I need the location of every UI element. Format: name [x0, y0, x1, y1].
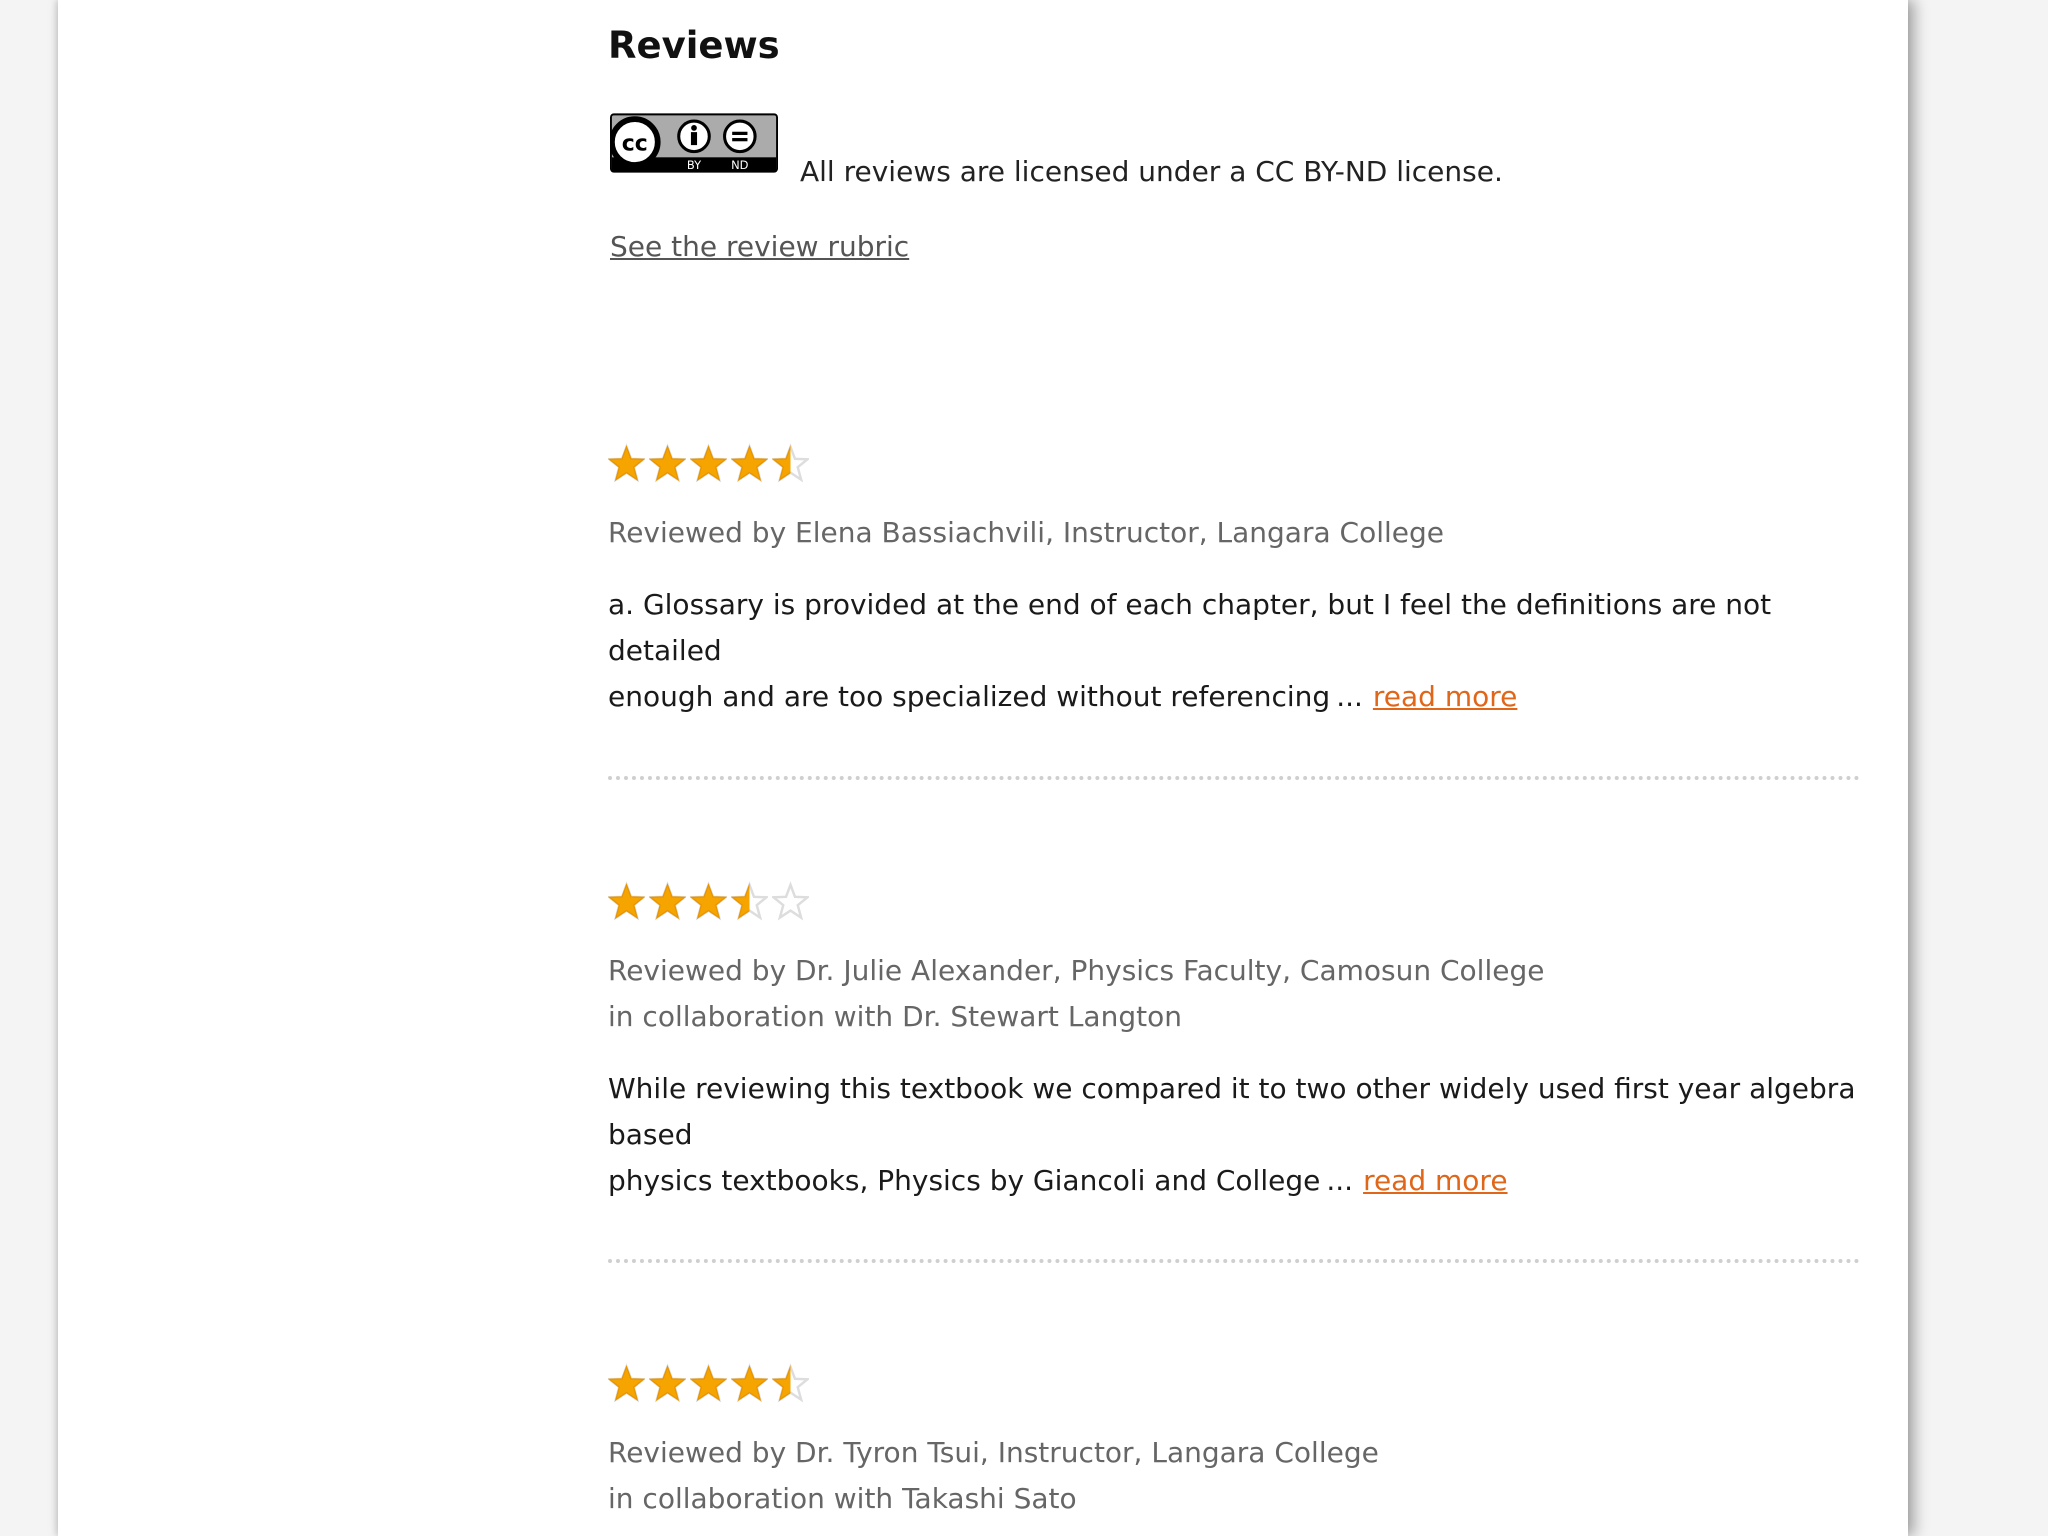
- excerpt-line: enough and are too specialized without r…: [608, 680, 1331, 713]
- collaboration-line: in collaboration with Dr. Stewart Langto…: [608, 1000, 1182, 1033]
- cc-by-nd-license-icon[interactable]: cc BY ND: [610, 104, 778, 182]
- excerpt-ellipsis: ...: [1326, 1164, 1354, 1197]
- collaboration-line: in collaboration with Takashi Sato: [608, 1482, 1077, 1515]
- review-excerpt: a. Glossary is provided at the end of ea…: [608, 582, 1868, 720]
- excerpt-line: physics textbooks, Physics by Giancoli a…: [608, 1164, 1321, 1197]
- badge-label-nd: ND: [731, 158, 749, 172]
- reviewer-line: Reviewed by Elena Bassiachvili, Instruct…: [608, 516, 1444, 549]
- excerpt-ellipsis: ...: [1336, 680, 1363, 713]
- reviewer-line: Reviewed by Dr. Julie Alexander, Physics…: [608, 954, 1545, 987]
- star-filled-icon: [731, 1363, 768, 1403]
- review-item-2: Reviewed by Dr. Julie Alexander, Physics…: [608, 878, 1868, 1204]
- read-more-link[interactable]: read more: [1373, 680, 1517, 713]
- review-divider: [608, 776, 1860, 780]
- star-filled-icon: [690, 881, 727, 921]
- star-empty-icon: [772, 881, 809, 921]
- star-rating: [608, 1360, 1868, 1406]
- star-filled-icon: [649, 443, 686, 483]
- review-item-3: Reviewed by Dr. Tyron Tsui, Instructor, …: [608, 1360, 1868, 1522]
- page-card: Reviews cc BY ND All reviews are license…: [58, 0, 1908, 1536]
- star-rating: [608, 440, 1868, 486]
- excerpt-line: a. Glossary is provided at the end of ea…: [608, 588, 1772, 667]
- review-excerpt: While reviewing this textbook we compare…: [608, 1066, 1868, 1204]
- svg-text:cc: cc: [622, 132, 648, 157]
- review-rubric-link[interactable]: See the review rubric: [610, 230, 909, 263]
- star-half-icon: [731, 881, 768, 921]
- excerpt-line: While reviewing this textbook we compare…: [608, 1072, 1856, 1151]
- review-item-1: Reviewed by Elena Bassiachvili, Instruct…: [608, 440, 1868, 720]
- star-filled-icon: [608, 1363, 645, 1403]
- license-row: cc BY ND All reviews are licensed under …: [610, 104, 1503, 188]
- star-filled-icon: [649, 1363, 686, 1403]
- reviews-heading: Reviews: [608, 24, 780, 67]
- star-half-icon: [772, 443, 809, 483]
- reviewer-line: Reviewed by Dr. Tyron Tsui, Instructor, …: [608, 1436, 1379, 1469]
- license-text: All reviews are licensed under a CC BY-N…: [800, 155, 1503, 188]
- star-filled-icon: [690, 1363, 727, 1403]
- badge-label-by: BY: [687, 158, 702, 172]
- star-filled-icon: [690, 443, 727, 483]
- star-filled-icon: [731, 443, 768, 483]
- star-filled-icon: [608, 443, 645, 483]
- star-rating: [608, 878, 1868, 924]
- star-filled-icon: [608, 881, 645, 921]
- read-more-link[interactable]: read more: [1363, 1164, 1507, 1197]
- star-half-icon: [772, 1363, 809, 1403]
- star-filled-icon: [649, 881, 686, 921]
- review-divider: [608, 1259, 1860, 1263]
